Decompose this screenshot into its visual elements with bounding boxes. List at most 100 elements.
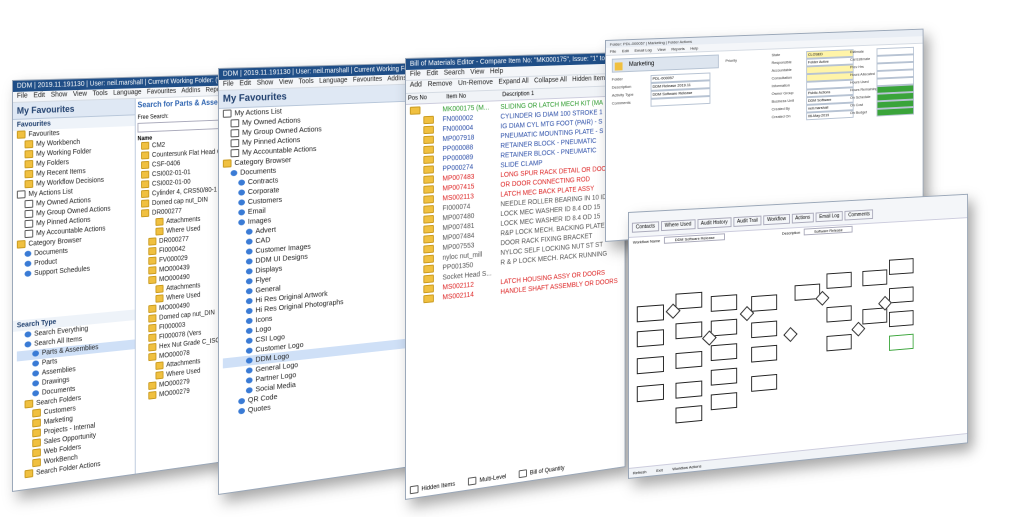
workflow-step[interactable] <box>826 333 852 352</box>
item-icon <box>238 397 245 405</box>
menu-item[interactable]: Email Log <box>635 47 652 53</box>
workflow-step[interactable] <box>675 380 703 399</box>
workflow-step[interactable] <box>751 344 778 363</box>
checkbox[interactable] <box>468 476 477 486</box>
menu-item[interactable]: Language <box>113 89 141 97</box>
menu-item[interactable]: View <box>470 69 484 76</box>
description-header[interactable]: Description 1 <box>502 91 534 98</box>
workflow-step[interactable] <box>826 271 852 289</box>
status-item[interactable]: Exit <box>656 467 662 473</box>
menu-item[interactable]: File <box>610 49 616 54</box>
menu-item[interactable]: AddIns <box>387 75 406 82</box>
tree-label: Where Used <box>166 291 201 302</box>
workflow-step[interactable] <box>826 305 852 323</box>
workflow-step[interactable] <box>751 294 778 312</box>
workflow-step[interactable] <box>710 367 738 386</box>
toolbar-button[interactable]: Hidden Items <box>572 75 608 83</box>
tree-label: FV000029 <box>159 255 188 265</box>
menu-item[interactable]: View <box>657 47 665 52</box>
toolbar-button[interactable]: Expand All <box>498 78 528 86</box>
footer-checkbox[interactable]: Bill of Quantity <box>519 465 565 479</box>
menu-item[interactable]: Favourites <box>353 76 382 84</box>
action-icon <box>230 139 240 148</box>
footer-checkbox[interactable]: Hidden Items <box>409 481 455 495</box>
workflow-step[interactable] <box>636 383 664 403</box>
folder-icon <box>148 314 157 323</box>
menu-item[interactable]: Help <box>690 46 698 51</box>
menu-item[interactable]: Help <box>490 68 503 75</box>
pos-no-header[interactable]: Pos No <box>408 94 446 102</box>
toolbar-button[interactable]: Un-Remove <box>458 79 493 87</box>
menu-item[interactable]: AddIns <box>181 87 200 94</box>
menu-item[interactable]: Reports <box>671 46 684 51</box>
tab-2[interactable]: Audit History <box>697 217 732 230</box>
field-label: On Cost <box>850 102 864 108</box>
tree-label: Icons <box>255 313 273 325</box>
item-icon <box>245 268 253 275</box>
tab-4[interactable]: Workflow <box>763 213 790 226</box>
menu-item[interactable]: File <box>410 71 421 78</box>
field-label: Information <box>771 82 790 89</box>
menu-item[interactable]: View <box>73 91 87 98</box>
toolbar-button[interactable]: Add <box>410 81 422 88</box>
workflow-step[interactable] <box>675 321 703 340</box>
tab-1[interactable]: Where Used <box>660 219 696 232</box>
workflow-step[interactable] <box>636 329 664 348</box>
workflow-step[interactable] <box>862 269 888 287</box>
decision-node <box>783 327 798 343</box>
item-icon <box>238 179 245 186</box>
field-input[interactable] <box>876 107 915 117</box>
menu-item[interactable]: Edit <box>622 48 629 53</box>
tab-3[interactable]: Audit Trail <box>733 215 762 227</box>
field-input[interactable]: 06-May-2019 <box>806 110 854 121</box>
tab-0[interactable]: Contacts <box>631 221 659 233</box>
folder-icon <box>155 284 164 294</box>
tab-7[interactable]: Comments <box>844 209 874 221</box>
menu-item[interactable]: Edit <box>426 70 438 77</box>
toolbar-button[interactable]: Collapse All <box>534 77 567 85</box>
workflow-step[interactable] <box>751 373 778 392</box>
item-no-header[interactable]: Item No <box>446 92 502 101</box>
workflow-step[interactable] <box>751 320 778 339</box>
status-item[interactable]: Workflow Actions <box>672 463 701 471</box>
folder-icon <box>141 209 150 218</box>
menu-item[interactable]: Edit <box>239 80 251 87</box>
menu-item[interactable]: Favourites <box>147 88 176 96</box>
workflow-step[interactable] <box>888 286 914 304</box>
workflow-step[interactable] <box>888 310 914 328</box>
workflow-step[interactable] <box>888 258 914 275</box>
workflow-step[interactable] <box>675 405 703 424</box>
workflow-step[interactable] <box>675 350 703 369</box>
menu-item[interactable]: Tools <box>299 78 314 85</box>
workflow-step[interactable] <box>710 318 738 337</box>
menu-item[interactable]: File <box>17 93 28 100</box>
tab-5[interactable]: Actions <box>791 212 814 224</box>
checkbox[interactable] <box>519 469 528 479</box>
workflow-step[interactable] <box>636 304 664 323</box>
menu-item[interactable]: File <box>223 81 234 88</box>
free-search-input[interactable] <box>137 119 222 133</box>
workflow-step[interactable] <box>710 294 738 312</box>
menu-item[interactable]: Edit <box>33 92 45 99</box>
menu-item[interactable]: Language <box>319 77 347 85</box>
item-icon <box>32 350 39 358</box>
tree-label: MO000439 <box>159 264 190 274</box>
workflow-step[interactable] <box>710 392 738 411</box>
footer-checkbox[interactable]: Multi-Level <box>468 474 506 486</box>
menu-item[interactable]: Tools <box>93 90 108 97</box>
workflow-step[interactable] <box>888 333 914 351</box>
workflow-step[interactable] <box>636 356 664 375</box>
workflow-step[interactable] <box>710 343 738 362</box>
toolbar-button[interactable]: Remove <box>428 80 453 88</box>
workflow-step[interactable] <box>675 291 703 310</box>
menu-item[interactable]: Show <box>51 91 68 98</box>
menu-item[interactable]: Search <box>444 69 465 77</box>
menu-item[interactable]: View <box>279 79 293 86</box>
status-item[interactable]: Refresh <box>633 469 647 475</box>
field-label: Activity Type <box>611 91 634 98</box>
field-input[interactable] <box>650 95 711 107</box>
tab-6[interactable]: Email Log <box>815 211 843 223</box>
checkbox[interactable] <box>409 485 419 495</box>
menu-item[interactable]: Show <box>257 79 274 86</box>
folder-icon <box>24 140 34 149</box>
